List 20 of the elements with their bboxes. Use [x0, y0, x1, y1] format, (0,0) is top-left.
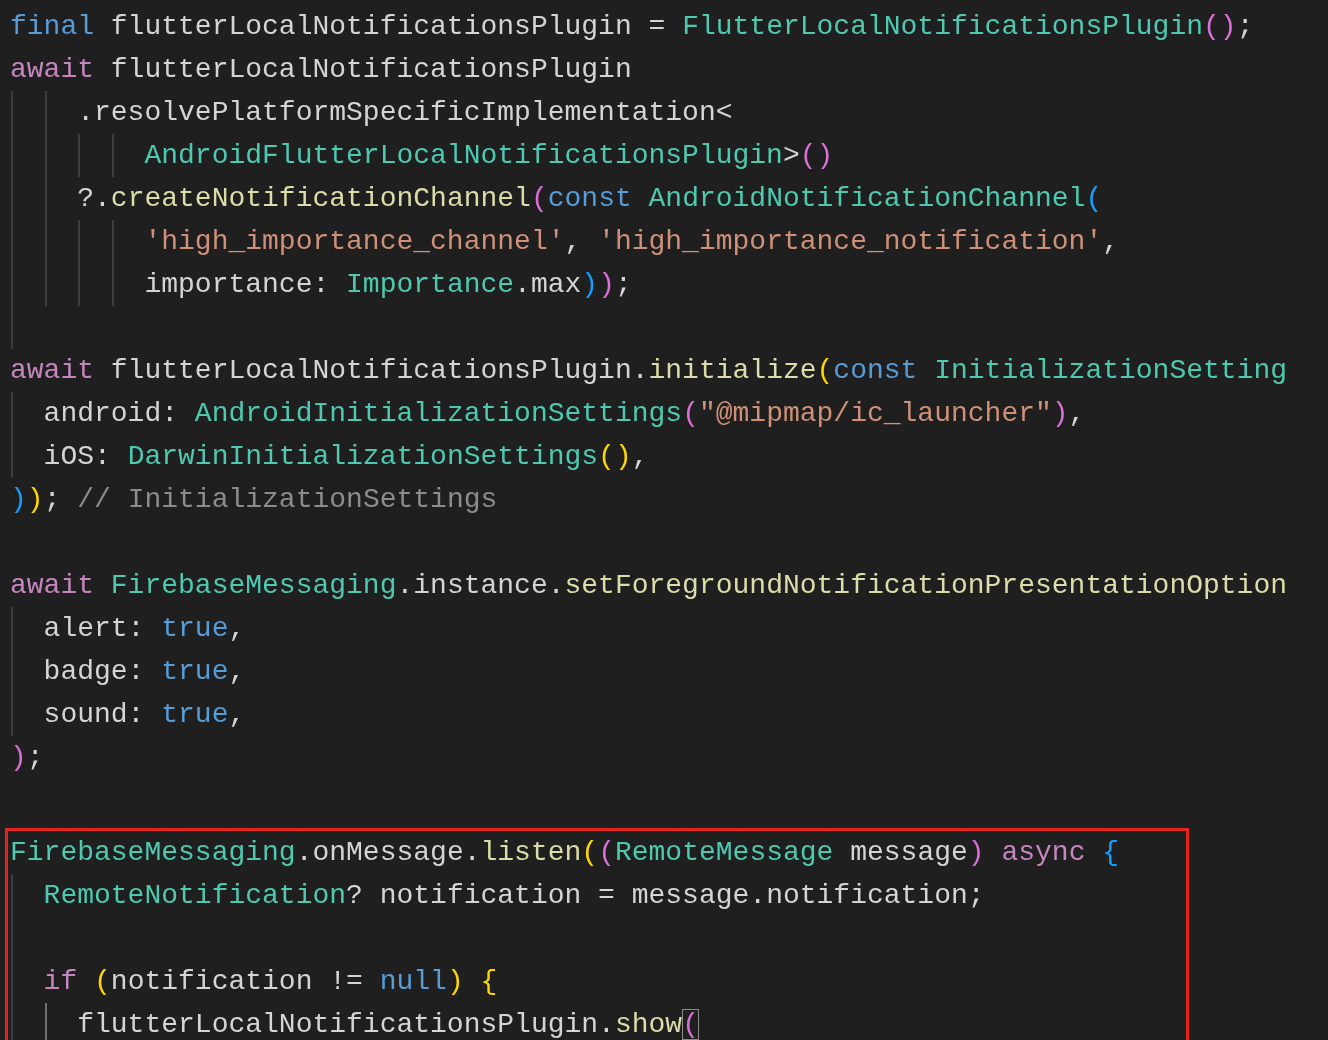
code-line: 'high_importance_channel', 'high_importance_notification',	[10, 220, 1328, 263]
code-line: .resolvePlatformSpecificImplementation<	[10, 91, 1328, 134]
code-line: ?.createNotificationChannel(const AndroidNotificationChannel(	[10, 177, 1328, 220]
code-line: importance: Importance.max));	[10, 263, 1328, 306]
code-line: android: AndroidInitializationSettings("@mipmap/ic_launcher"),	[10, 392, 1328, 435]
code-line: sound: true,	[10, 693, 1328, 736]
code-line: RemoteNotification? notification = message.notification;	[10, 874, 1186, 917]
code-line: flutterLocalNotificationsPlugin.show(	[10, 1003, 1186, 1040]
code-line: badge: true,	[10, 650, 1328, 693]
code-line: FirebaseMessaging.onMessage.listen((RemoteMessage message) async {	[10, 836, 1121, 870]
code-line: final flutterLocalNotificationsPlugin = FlutterLocalNotificationsPlugin();	[10, 10, 1255, 44]
code-line: alert: true,	[10, 607, 1328, 650]
code-line: iOS: DarwinInitializationSettings(),	[10, 435, 1328, 478]
code-line: AndroidFlutterLocalNotificationsPlugin>()	[10, 134, 1328, 177]
code-line: await flutterLocalNotificationsPlugin	[10, 53, 633, 87]
code-line: );	[10, 741, 45, 775]
code-line: await flutterLocalNotificationsPlugin.initialize(const InitializationSetting	[10, 354, 1289, 388]
code-line: )); // InitializationSettings	[10, 483, 499, 517]
code-line: await FirebaseMessaging.instance.setForegroundNotificationPresentationOption	[10, 569, 1289, 603]
code-line: if (notification != null) {	[10, 960, 1186, 1003]
